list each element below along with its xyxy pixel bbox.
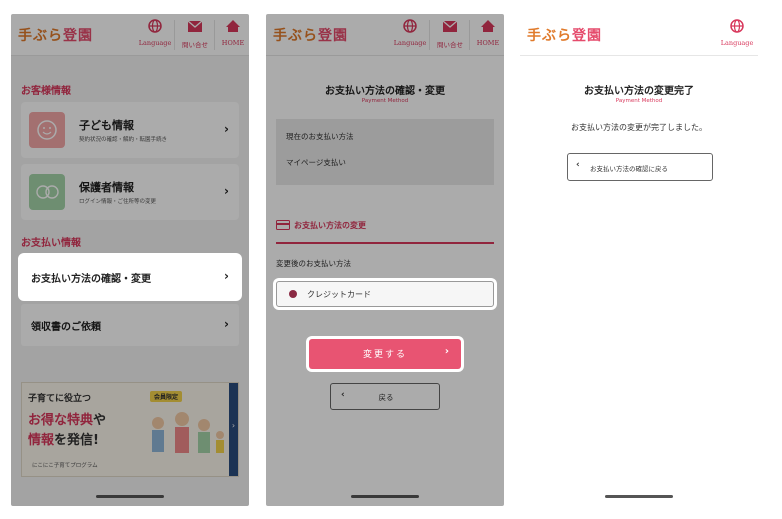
credit-card-radio-option[interactable]: クレジットカード [276,281,494,307]
page-subtitle: Payment Method [361,98,409,104]
contact-label: 問い合せ [182,41,208,49]
payment-section-title: お支払い情報 [21,238,81,249]
page-title: お支払い方法の確認・変更 [325,86,445,97]
language-label: Language [138,39,172,47]
banner-line-1: 子育てに役立つ [28,394,92,404]
child-info-card[interactable]: 子ども情報 契約状況の確認・解約・転園手続き › [21,102,239,158]
home-button[interactable]: HOME [216,18,249,47]
child-info-title: 子ども情報 [79,119,134,132]
banner-text: 情報 [28,433,55,448]
customer-section-title: お客様情報 [21,86,71,97]
mypage-screen: 手ぶら登園 Language 問い合せ HOME お客様情報 子ども情報 契約状… [11,14,249,506]
guardian-info-title: 保護者情報 [79,181,134,194]
new-method-label: 変更後のお支払い方法 [276,259,351,268]
language-button[interactable]: Language [720,18,754,47]
chevron-right-icon: › [444,346,449,357]
home-indicator [351,495,419,498]
current-method-value: マイページ支払い [286,158,346,167]
banner-footer: にこにこ子育てプログラム [32,463,98,469]
home-label: HOME [221,39,245,47]
stage: 手ぶら登園 Language 問い合せ HOME お客様情報 子ども情報 契約状… [0,0,782,519]
app-logo[interactable]: 手ぶら登園 [527,25,602,45]
back-button[interactable]: ‹ 戻る [330,383,440,410]
payment-method-item[interactable]: お支払い方法の確認・変更 › [21,256,239,298]
banner-text: お得な [28,413,68,428]
globe-icon [720,18,754,38]
contact-button[interactable]: 問い合せ [433,18,467,49]
contact-label: 問い合せ [437,41,463,49]
language-button[interactable]: Language [393,18,427,47]
logo-text-1: 手ぶら [527,28,572,44]
submit-label: 変更する [362,350,407,360]
app-header: 手ぶら登園 Language [520,14,758,56]
change-heading: お支払い方法の変更 [276,220,366,231]
guardian-info-card[interactable]: 保護者情報 ログイン情報・ご住所等の変更 › [21,164,239,220]
child-avatar-icon [29,112,65,148]
chevron-left-icon: ‹ [576,160,580,170]
current-method-label: 現在のお支払い方法 [286,132,354,141]
app-logo[interactable]: 手ぶら登園 [273,25,348,45]
logo-text-2: 登園 [318,28,348,44]
credit-card-option-label: クレジットカード [307,290,371,299]
app-header: 手ぶら登園 Language 問い合せ HOME [11,14,249,56]
banner-text: 特典 [67,413,94,428]
receipt-request-item[interactable]: 領収書のご依頼 › [21,304,239,346]
change-heading-text: お支払い方法の変更 [294,221,366,230]
home-icon [471,18,504,38]
home-indicator [605,495,673,498]
home-button[interactable]: HOME [471,18,504,47]
credit-card-icon [276,220,290,230]
guardian-info-subtitle: ログイン情報・ご住所等の変更 [79,199,157,205]
change-complete-screen: 手ぶら登園 Language お支払い方法の変更完了 Payment Metho… [520,14,758,506]
chevron-right-icon: › [224,269,229,283]
current-method-box: 現在のお支払い方法 マイページ支払い [276,119,494,185]
globe-icon [393,18,427,38]
home-indicator [96,495,164,498]
mail-icon [433,18,467,38]
language-label: Language [393,39,427,47]
logo-text-1: 手ぶら [273,28,318,44]
chevron-right-icon: › [224,122,229,136]
home-label: HOME [476,39,500,47]
home-icon [216,18,249,38]
child-info-subtitle: 契約状況の確認・解約・転園手続き [79,137,168,143]
banner-line-2: お得な特典や [28,409,106,428]
logo-text-2: 登園 [63,28,93,44]
family-illustration [152,412,224,453]
members-only-badge: 会員限定 [150,391,183,402]
language-label: Language [720,39,754,47]
globe-icon [138,18,172,38]
language-button[interactable]: Language [138,18,172,47]
contact-button[interactable]: 問い合せ [178,18,212,49]
banner-text: を発信! [54,433,99,448]
guardian-avatar-icon [29,174,65,210]
page-subtitle: Payment Method [615,98,663,104]
logo-text-2: 登園 [572,28,602,44]
mail-icon [178,18,212,38]
back-label: 戻る [378,393,394,402]
section-divider [276,242,494,244]
completion-message: お支払い方法の変更が完了しました。 [571,123,707,132]
app-logo[interactable]: 手ぶら登園 [18,25,93,45]
promo-banner[interactable]: 子育てに役立つ お得な特典や 情報を発信! 会員限定 にこにこ子育てプログラム … [21,382,239,477]
payment-method-label: お支払い方法の確認・変更 [31,274,151,285]
header-divider [429,20,430,50]
chevron-right-icon: › [224,317,229,331]
back-to-payment-label: お支払い方法の確認に戻る [590,165,668,173]
header-divider [214,20,215,50]
banner-next-icon[interactable]: › [229,383,238,476]
radio-selected-icon [289,290,297,298]
header-divider [174,20,175,50]
back-to-payment-button[interactable]: ‹ お支払い方法の確認に戻る [567,153,713,181]
receipt-request-label: 領収書のご依頼 [31,322,101,333]
payment-method-screen: 手ぶら登園 Language 問い合せ HOME お支払い方法の確認・変更 Pa… [266,14,504,506]
app-header: 手ぶら登園 Language 問い合せ HOME [266,14,504,56]
header-divider [469,20,470,50]
chevron-right-icon: › [224,184,229,198]
submit-change-button[interactable]: 変更する › [309,339,461,369]
logo-text-1: 手ぶら [18,28,63,44]
banner-text: や [93,413,107,428]
banner-line-3: 情報を発信! [28,429,99,448]
page-title: お支払い方法の変更完了 [584,86,694,97]
